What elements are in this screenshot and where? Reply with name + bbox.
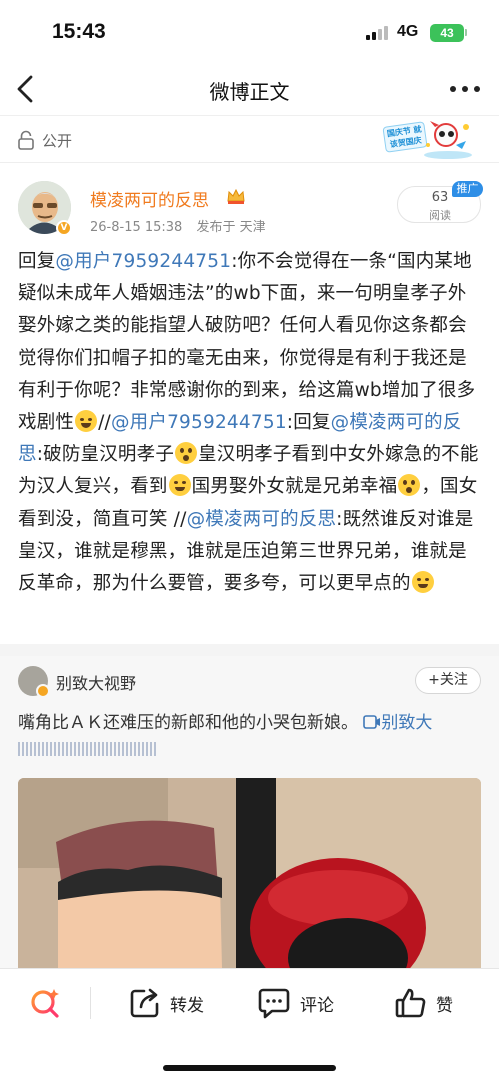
original-text: 嘴角比ＡＫ还难压的新郎和他的小哭包新娘。 别致大 bbox=[18, 710, 486, 736]
search-sparkle-icon bbox=[31, 989, 59, 1018]
follow-button[interactable]: +关注 bbox=[415, 667, 481, 694]
smile-emoji-icon bbox=[168, 474, 191, 497]
original-verify-badge bbox=[36, 684, 50, 698]
toolbar-divider bbox=[90, 987, 91, 1019]
mascot-icon bbox=[424, 121, 472, 159]
battery-cap bbox=[465, 29, 467, 36]
visibility-row: 公开 国庆节 就该贺国庆 bbox=[0, 117, 499, 163]
original-post-card[interactable]: 别致大视野 +关注 嘴角比ＡＫ还难压的新郎和他的小哭包新娘。 别致大 bbox=[0, 656, 499, 968]
home-indicator[interactable] bbox=[163, 1065, 336, 1071]
post-date: 26-8-15 15:38 bbox=[90, 220, 183, 235]
section-divider bbox=[0, 644, 499, 656]
nav-bar: 微博正文 bbox=[0, 62, 499, 116]
body-text: 国男娶外女就是兄弟幸福 bbox=[191, 476, 398, 498]
verify-badge: V bbox=[56, 220, 72, 236]
video-link[interactable]: 别致大 bbox=[381, 713, 432, 733]
post-body: 回复@用户7959244751:你不会觉得在一条“国内某地疑似未成年人婚姻违法”… bbox=[18, 246, 480, 600]
post-header: V 模凌两可的反思 26-8-15 15:38 发布于 天津 63 阅读 bbox=[0, 170, 499, 242]
post-meta: 26-8-15 15:38 发布于 天津 bbox=[90, 216, 276, 235]
body-text: :破防皇汉明孝子 bbox=[36, 444, 175, 466]
laugh-cry-emoji-icon bbox=[75, 410, 98, 433]
like-button[interactable]: 赞 bbox=[394, 983, 453, 1023]
body-text: :你不会觉得在一条“国内某地疑似未成年人婚姻违法”的wb下面，来一句明皇孝子外娶… bbox=[18, 251, 476, 434]
shocked-emoji-icon bbox=[398, 474, 421, 497]
repost-icon bbox=[130, 988, 159, 1018]
post-location: 发布于 天津 bbox=[196, 220, 266, 235]
promo-banner-text: 国庆节 就该贺国庆 bbox=[382, 121, 428, 153]
more-dots-icon[interactable] bbox=[450, 86, 482, 94]
promo-banner[interactable]: 国庆节 就该贺国庆 bbox=[382, 119, 476, 159]
read-label: 阅读 bbox=[429, 209, 451, 222]
signal-icon bbox=[366, 26, 392, 40]
mention-link[interactable]: @用户7959244751 bbox=[111, 412, 287, 433]
body-text: // bbox=[98, 412, 111, 434]
visibility-label: 公开 bbox=[42, 132, 73, 150]
page-title: 微博正文 bbox=[209, 80, 290, 104]
shocked-emoji-icon bbox=[175, 442, 198, 465]
thumbs-up-icon bbox=[395, 988, 426, 1018]
comment-label: 评论 bbox=[300, 995, 334, 1016]
mention-link[interactable]: @模凌两可的反思 bbox=[187, 509, 337, 530]
crown-icon bbox=[227, 188, 245, 204]
repost-label: 转发 bbox=[170, 995, 204, 1016]
video-icon bbox=[363, 715, 381, 729]
video-thumbnail-image bbox=[18, 778, 481, 968]
lock-icon bbox=[18, 130, 34, 150]
author-name[interactable]: 模凌两可的反思 bbox=[90, 186, 209, 211]
status-bar: 15:43 4G 43 bbox=[0, 0, 499, 62]
promote-tag[interactable]: 推广 bbox=[452, 181, 483, 197]
original-author-name[interactable]: 别致大视野 bbox=[56, 670, 136, 694]
comment-icon bbox=[258, 988, 290, 1019]
mention-link[interactable]: @用户7959244751 bbox=[55, 251, 231, 272]
body-text: :回复 bbox=[286, 412, 331, 434]
original-text-content: 嘴角比ＡＫ还难压的新郎和他的小哭包新娘。 bbox=[18, 713, 358, 733]
battery-icon: 43 bbox=[430, 24, 464, 42]
smile-emoji-icon bbox=[411, 571, 434, 594]
original-text-overflow bbox=[18, 742, 158, 756]
status-time: 15:43 bbox=[52, 20, 106, 43]
repost-button[interactable]: 转发 bbox=[128, 983, 204, 1023]
super-search-button[interactable] bbox=[28, 983, 62, 1023]
like-label: 赞 bbox=[436, 995, 453, 1016]
comment-button[interactable]: 评论 bbox=[256, 983, 334, 1023]
network-label: 4G bbox=[397, 23, 419, 40]
video-thumbnail[interactable] bbox=[18, 778, 481, 968]
battery-level: 43 bbox=[440, 26, 454, 40]
bottom-toolbar: 转发 评论 赞 bbox=[0, 968, 499, 1080]
body-text: 回复 bbox=[18, 251, 56, 272]
